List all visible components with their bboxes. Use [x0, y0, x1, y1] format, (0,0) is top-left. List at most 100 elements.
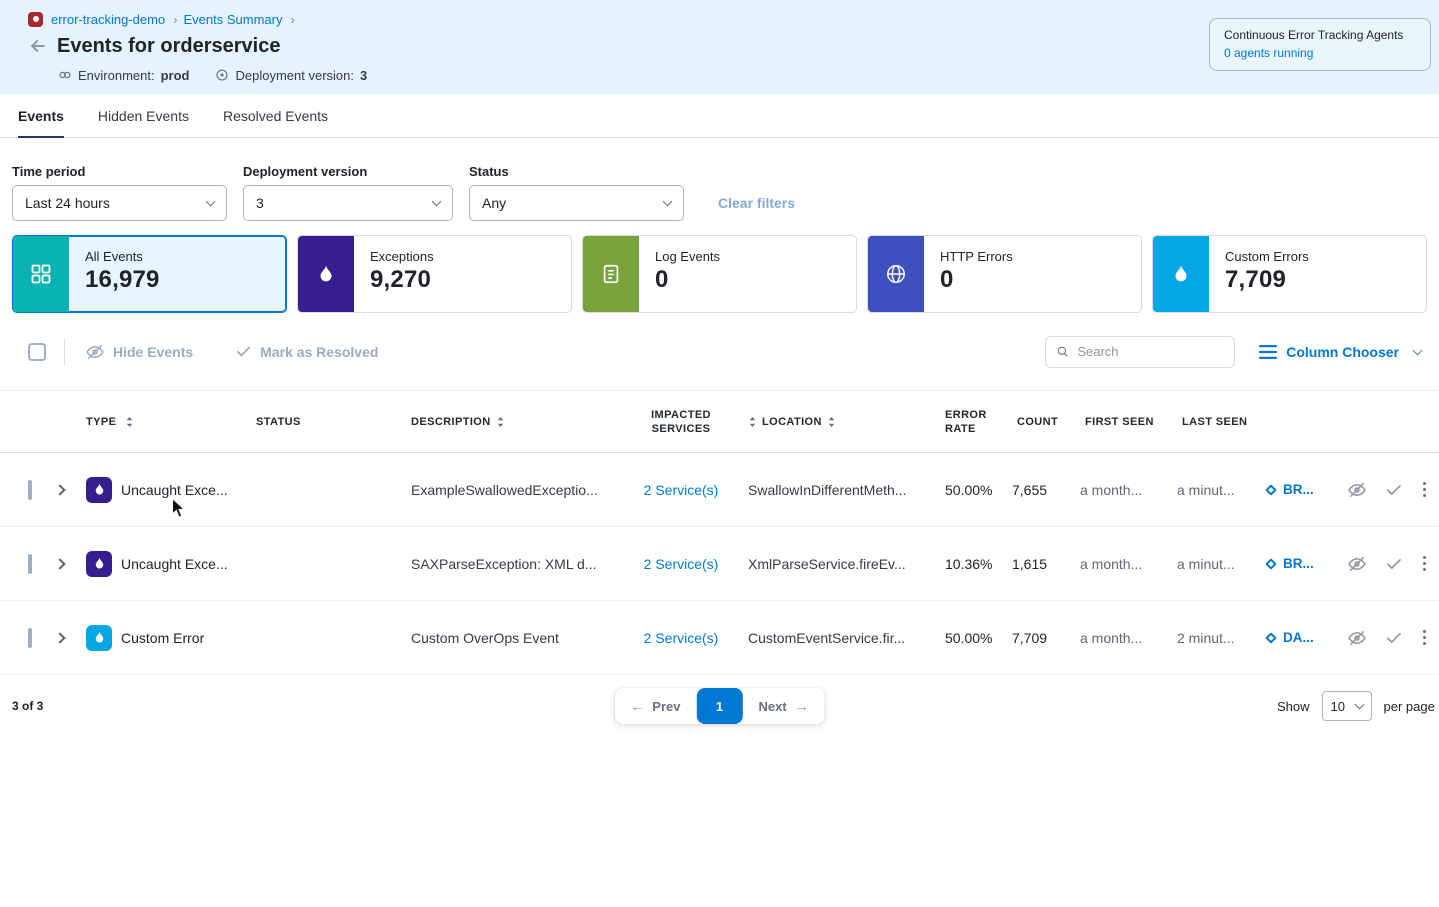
column-label: TYPE — [86, 415, 116, 429]
environment-meta: Environment: prod — [58, 68, 189, 83]
impacted-services-link[interactable]: 2 Service(s) — [644, 482, 719, 498]
card-label: Custom Errors — [1225, 249, 1309, 264]
page-header: error-tracking-demo Events Summary Event… — [0, 0, 1439, 94]
card-log-events[interactable]: Log Events 0 — [582, 235, 857, 313]
event-description: ExampleSwallowedExceptio... — [411, 482, 626, 498]
next-page-button[interactable]: Next → — [743, 688, 825, 724]
breadcrumb-events-summary[interactable]: Events Summary — [184, 12, 295, 27]
row-checkbox[interactable] — [28, 480, 32, 500]
version-link[interactable]: BR... — [1267, 482, 1321, 497]
hide-event-icon[interactable] — [1347, 628, 1367, 648]
version-link[interactable]: BR... — [1267, 556, 1321, 571]
column-chooser-button[interactable]: Column Chooser — [1259, 344, 1421, 360]
hamburger-icon — [1259, 345, 1277, 359]
impacted-services-link[interactable]: 2 Service(s) — [644, 556, 719, 572]
event-error-rate: 50.00% — [921, 482, 996, 498]
column-header-last-seen[interactable]: LAST SEEN — [1151, 415, 1241, 429]
column-header-description[interactable]: DESCRIPTION — [411, 415, 626, 429]
chevron-down-icon — [432, 197, 442, 207]
chevron-right-icon[interactable] — [54, 558, 65, 569]
event-type: Uncaught Exce... — [121, 482, 228, 498]
card-http-errors[interactable]: HTTP Errors 0 — [867, 235, 1142, 313]
card-exceptions[interactable]: Exceptions 9,270 — [297, 235, 572, 313]
column-label: IMPACTED SERVICES — [626, 408, 736, 436]
time-period-label: Time period — [12, 164, 227, 179]
event-row: Uncaught Exce... ExampleSwallowedExcepti… — [0, 453, 1439, 527]
row-checkbox[interactable] — [28, 628, 32, 648]
event-last-seen: a minut... — [1151, 556, 1241, 572]
column-header-count[interactable]: COUNT — [996, 415, 1056, 429]
prev-page-button[interactable]: ← Prev — [614, 688, 696, 724]
back-button[interactable] — [28, 36, 48, 56]
column-header-first-seen[interactable]: FIRST SEEN — [1056, 415, 1151, 429]
deployment-version-select[interactable]: 3 — [243, 185, 453, 221]
header-left: error-tracking-demo Events Summary Event… — [28, 10, 393, 84]
row-count-summary: 3 of 3 — [12, 699, 43, 713]
table-footer: 3 of 3 ← Prev 1 Next → Show 10 per page — [0, 675, 1439, 737]
tab-events[interactable]: Events — [18, 94, 64, 137]
event-row: Uncaught Exce... SAXParseException: XML … — [0, 527, 1439, 601]
event-row: Custom Error Custom OverOps Event 2 Serv… — [0, 601, 1439, 675]
agents-status-link[interactable]: 0 agents running — [1224, 46, 1416, 60]
log-events-document-icon — [583, 236, 639, 312]
hide-event-icon[interactable] — [1347, 554, 1367, 574]
column-label: STATUS — [256, 415, 301, 429]
tab-hidden-events[interactable]: Hidden Events — [98, 94, 189, 137]
version-link[interactable]: DA... — [1267, 630, 1321, 645]
column-label: FIRST SEEN — [1085, 415, 1154, 429]
arrow-left-icon — [28, 36, 48, 56]
status-value: Any — [482, 195, 506, 211]
clear-filters-button[interactable]: Clear filters — [718, 195, 795, 221]
time-period-filter: Time period Last 24 hours — [12, 164, 227, 221]
tab-bar: Events Hidden Events Resolved Events — [0, 94, 1439, 138]
deployment-label: Deployment version: — [235, 68, 354, 83]
event-first-seen: a month... — [1056, 630, 1151, 646]
custom-error-flame-icon — [86, 625, 112, 651]
hide-event-icon[interactable] — [1347, 480, 1367, 500]
event-count: 1,615 — [996, 556, 1056, 572]
event-error-rate: 50.00% — [921, 630, 996, 646]
resolve-event-icon[interactable] — [1385, 555, 1403, 573]
card-all-events[interactable]: All Events 16,979 — [12, 235, 287, 313]
current-page-button[interactable]: 1 — [697, 688, 743, 724]
event-last-seen: 2 minut... — [1151, 630, 1241, 646]
time-period-value: Last 24 hours — [25, 195, 110, 211]
card-value: 16,979 — [85, 266, 160, 294]
row-menu-icon[interactable] — [1421, 480, 1428, 499]
search-input[interactable] — [1077, 344, 1224, 359]
row-menu-icon[interactable] — [1421, 628, 1428, 647]
chevron-right-icon[interactable] — [54, 484, 65, 495]
deployment-version-label: Deployment version — [243, 164, 453, 179]
diamond-icon — [1265, 558, 1276, 569]
chevron-down-icon — [206, 197, 216, 207]
breadcrumb: error-tracking-demo Events Summary — [28, 10, 393, 28]
tab-resolved-events[interactable]: Resolved Events — [223, 94, 328, 137]
page-size-select[interactable]: 10 — [1322, 691, 1372, 721]
row-menu-icon[interactable] — [1421, 554, 1428, 573]
status-select[interactable]: Any — [469, 185, 684, 221]
column-header-type[interactable]: TYPE — [86, 415, 256, 429]
resolve-event-icon[interactable] — [1385, 481, 1403, 499]
column-header-location[interactable]: LOCATION — [736, 415, 921, 429]
event-type: Custom Error — [121, 630, 204, 646]
hide-events-button[interactable]: Hide Events — [85, 342, 193, 362]
impacted-services-link[interactable]: 2 Service(s) — [644, 630, 719, 646]
toolbar-divider — [64, 339, 65, 365]
sort-icon — [748, 416, 757, 428]
mark-resolved-button[interactable]: Mark as Resolved — [235, 343, 378, 360]
version-label: DA... — [1283, 630, 1314, 645]
column-header-impacted-services: IMPACTED SERVICES — [626, 408, 736, 436]
breadcrumb-project[interactable]: error-tracking-demo — [51, 12, 178, 27]
event-error-rate: 10.36% — [921, 556, 996, 572]
arrow-left-icon: ← — [630, 698, 644, 714]
card-label: HTTP Errors — [940, 249, 1013, 264]
card-custom-errors[interactable]: Custom Errors 7,709 — [1152, 235, 1427, 313]
diamond-icon — [1265, 632, 1276, 643]
time-period-select[interactable]: Last 24 hours — [12, 185, 227, 221]
environment-label: Environment: — [78, 68, 155, 83]
custom-errors-flame-icon — [1153, 236, 1209, 312]
chevron-right-icon[interactable] — [54, 632, 65, 643]
select-all-checkbox[interactable] — [28, 343, 46, 361]
resolve-event-icon[interactable] — [1385, 629, 1403, 647]
row-checkbox[interactable] — [28, 554, 32, 574]
